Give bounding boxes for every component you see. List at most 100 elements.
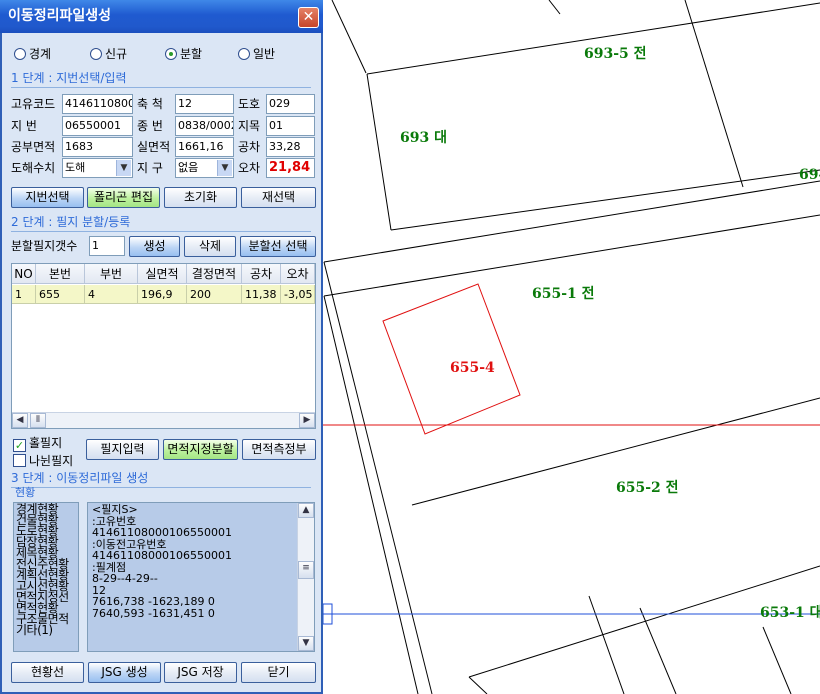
parcel-label: 655-2 전 (616, 479, 679, 496)
step2-title: 2 단계 : 필지 분할/등록 (11, 214, 311, 232)
split-parcel-grid[interactable]: NO 본번 부번 실면적 결정면적 공차 오차 1 655 4 196,9 20… (11, 263, 316, 429)
unique-code-label: 고유코드 (11, 97, 56, 111)
scroll-up-icon[interactable]: ▲ (298, 503, 314, 518)
move-file-dialog: 이동정리파일생성 ✕ 경계 신규 분할 일반 1 단계 : 지번선택/입력 고유… (0, 0, 323, 694)
scale-field[interactable]: 12 (175, 94, 234, 114)
unique-code-field[interactable]: 41461108001 (62, 94, 133, 114)
column-header[interactable]: 공차 (242, 264, 281, 284)
radio-new[interactable]: 신규 (90, 46, 127, 62)
table-cell[interactable]: 655 (36, 285, 85, 304)
lot-label: 지 번 (11, 119, 37, 133)
scroll-left-icon[interactable]: ◀ (12, 413, 28, 428)
column-header[interactable]: 실면적 (138, 264, 187, 284)
table-cell[interactable]: 11,38 (242, 285, 281, 304)
split-count-label: 분할필지갯수 (11, 239, 78, 253)
official-area-label: 공부면적 (11, 140, 56, 154)
table-cell[interactable]: 196,9 (138, 285, 187, 304)
split-parcel-checkbox[interactable]: 나뉜필지 (13, 454, 73, 468)
parcel-boundary (468, 676, 488, 694)
tolerance-field[interactable]: 33,28 (266, 137, 315, 157)
parcel-boundary (366, 2, 820, 75)
file-line: 8-29--4-29-- (92, 572, 158, 585)
close-icon[interactable]: ✕ (298, 7, 319, 28)
parcel-boundary (762, 626, 792, 694)
lot-field[interactable]: 06550001 (62, 116, 133, 136)
road-edge (323, 261, 433, 694)
file-line: 41461108000106550001 (92, 526, 232, 539)
jsg-save-button[interactable]: JSG 저장 (164, 662, 237, 683)
status-line-button[interactable]: 현황선 (11, 662, 84, 683)
district-select[interactable]: 없음 ▼ (175, 158, 234, 178)
scroll-right-icon[interactable]: ▶ (299, 413, 315, 428)
file-line: 41461108000106550001 (92, 549, 232, 562)
parcel-label-selected: 655-4 (450, 360, 495, 376)
jsg-create-button[interactable]: JSG 생성 (88, 662, 161, 683)
parcel-boundary (684, 0, 744, 188)
chevron-down-icon[interactable]: ▼ (116, 160, 131, 176)
step1-title: 1 단계 : 지번선택/입력 (11, 70, 311, 88)
dialog-title-bar[interactable]: 이동정리파일생성 ✕ (0, 0, 323, 33)
mode-radio-group: 경계 신규 분할 일반 (14, 46, 314, 62)
split-line-select-button[interactable]: 분할선 선택 (240, 236, 316, 257)
column-header[interactable]: 결정면적 (187, 264, 242, 284)
method-label: 도해수치 (11, 161, 56, 175)
area-split-button[interactable]: 면적지정분할 (163, 439, 238, 460)
jsg-file-preview[interactable]: <필지S> :고유번호 41461108000106550001 :이동전고유번… (87, 502, 315, 652)
parcel-input-button[interactable]: 필지입력 (86, 439, 159, 460)
radio-general[interactable]: 일반 (238, 46, 275, 62)
map-no-label: 도호 (238, 97, 261, 111)
parcel-boundary (639, 607, 677, 694)
column-header[interactable]: NO (12, 264, 36, 284)
column-header[interactable]: 부번 (85, 264, 138, 284)
map-no-field[interactable]: 029 (266, 94, 315, 114)
selected-parcel-polygon[interactable] (382, 283, 521, 435)
scroll-down-icon[interactable]: ▼ (298, 636, 314, 651)
district-label: 지 구 (137, 161, 163, 175)
chevron-down-icon[interactable]: ▼ (217, 160, 232, 176)
column-header[interactable]: 오차 (281, 264, 315, 284)
category-field[interactable]: 01 (266, 116, 315, 136)
polygon-edit-button[interactable]: 폴리곤 편집 (87, 187, 160, 208)
select-lot-button[interactable]: 지번선택 (11, 187, 84, 208)
table-cell[interactable]: -3,05 (281, 285, 315, 304)
reset-button[interactable]: 초기화 (164, 187, 237, 208)
close-button[interactable]: 닫기 (241, 662, 316, 683)
split-count-field[interactable]: 1 (89, 236, 125, 256)
actual-area-label: 실면적 (137, 140, 171, 154)
step3-title: 3 단계 : 이동정리파일 생성 (11, 470, 311, 488)
official-area-field[interactable]: 1683 (62, 137, 133, 157)
status-list[interactable]: 경계현황 건물현황 도로현황 담장현황 제목현황 전신주현황 계획선현황 고시선… (13, 502, 79, 652)
table-cell[interactable]: 4 (85, 285, 138, 304)
delete-button[interactable]: 삭제 (184, 236, 236, 257)
type-label: 종 번 (137, 119, 163, 133)
actual-area-field[interactable]: 1661,16 (175, 137, 234, 157)
horizontal-scrollbar[interactable]: ◀ ⦀ ▶ (12, 412, 315, 428)
tolerance-label: 공차 (238, 140, 261, 154)
parcel-label: 693-5 전 (584, 45, 647, 62)
column-header[interactable]: 본번 (36, 264, 85, 284)
create-button[interactable]: 생성 (129, 236, 180, 257)
radio-split[interactable]: 분할 (165, 46, 202, 62)
reselect-button[interactable]: 재선택 (241, 187, 316, 208)
scroll-thumb[interactable]: ≡ (298, 561, 314, 579)
vertical-scrollbar[interactable]: ▲ ≡ ▼ (297, 503, 314, 651)
error-field[interactable]: 21,84 (266, 158, 315, 178)
error-label: 오차 (238, 161, 261, 175)
hole-parcel-checkbox[interactable]: ✓ 홀필지 (13, 436, 62, 452)
file-line: <필지S> (92, 503, 138, 516)
parcel-label: 653-1 대 (760, 605, 820, 621)
parcel-boundary (468, 565, 820, 678)
check-icon: ✓ (13, 439, 26, 452)
parcel-boundary (390, 169, 820, 231)
type-field[interactable]: 0838/0002 (175, 116, 234, 136)
list-item[interactable]: 기타(1) (16, 624, 76, 636)
scroll-thumb[interactable]: ⦀ (30, 413, 46, 428)
table-cell[interactable]: 200 (187, 285, 242, 304)
category-label: 지목 (238, 119, 261, 133)
parcel-boundary (366, 73, 392, 231)
table-cell[interactable]: 1 (12, 285, 36, 304)
parcel-boundary (323, 180, 820, 263)
area-measure-button[interactable]: 면적측정부 (242, 439, 316, 460)
method-select[interactable]: 도해 ▼ (62, 158, 133, 178)
radio-boundary[interactable]: 경계 (14, 46, 51, 62)
